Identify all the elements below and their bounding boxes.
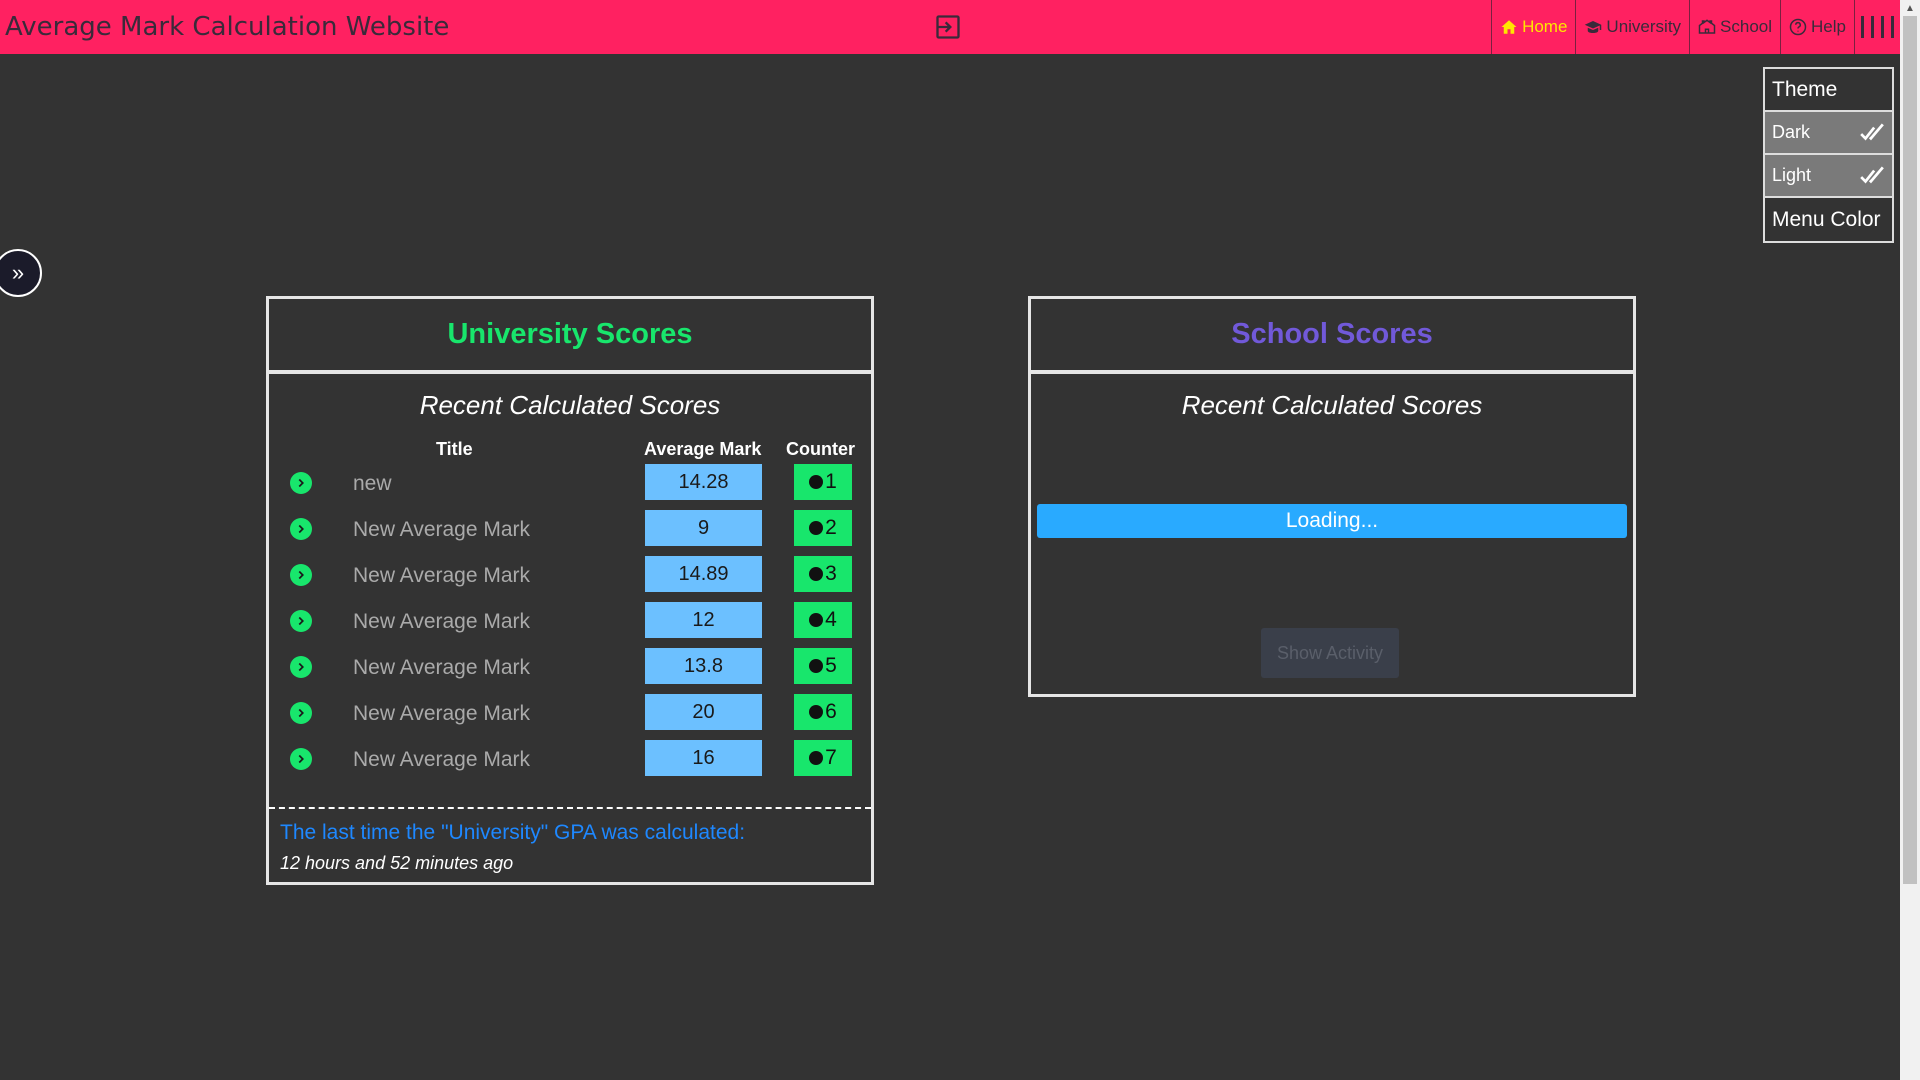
average-mark-badge: 12 <box>645 602 762 638</box>
scroll-up-arrow-icon[interactable]: ▲ <box>1900 0 1920 16</box>
menu-bars-icon[interactable] <box>1854 0 1900 54</box>
help-icon <box>1789 18 1807 36</box>
dot-icon <box>809 521 824 535</box>
nav-home[interactable]: Home <box>1491 0 1575 54</box>
chevron-right-circle-icon[interactable] <box>290 702 312 724</box>
row-title[interactable]: New Average Mark <box>353 610 530 634</box>
table-row[interactable]: new 14.28 1 <box>269 460 871 506</box>
counter-badge: 2 <box>794 510 852 546</box>
chevron-right-circle-icon[interactable] <box>290 564 312 586</box>
counter-value: 2 <box>825 516 837 539</box>
table-row[interactable]: New Average Mark 16 7 <box>269 736 871 782</box>
counter-badge: 7 <box>794 740 852 776</box>
home-icon <box>1501 20 1517 34</box>
average-mark-badge: 16 <box>645 740 762 776</box>
scrollbar-thumb[interactable] <box>1903 16 1917 884</box>
school-heading: School Scores <box>1031 299 1633 374</box>
column-header-counter: Counter <box>786 439 855 459</box>
table-row[interactable]: New Average Mark 13.8 5 <box>269 644 871 690</box>
dot-icon <box>809 567 824 581</box>
school-icon <box>1698 19 1716 34</box>
dot-icon <box>809 751 824 765</box>
row-title[interactable]: New Average Mark <box>353 564 530 588</box>
last-calculated-info: The last time the "University" GPA was c… <box>269 807 871 874</box>
dot-icon <box>809 475 824 489</box>
theme-menu-title[interactable]: Theme <box>1765 69 1892 112</box>
table-row[interactable]: New Average Mark 14.89 3 <box>269 552 871 598</box>
row-title[interactable]: New Average Mark <box>353 702 530 726</box>
nav-help-label: Help <box>1811 17 1846 36</box>
university-heading: University Scores <box>269 299 871 374</box>
theme-title-label: Theme <box>1772 77 1838 101</box>
counter-badge: 6 <box>794 694 852 730</box>
theme-menu: Theme Dark Light Menu Color <box>1763 67 1894 243</box>
nav-university-label: University <box>1606 17 1682 36</box>
average-mark-badge: 9 <box>645 510 762 546</box>
counter-value: 3 <box>825 562 837 585</box>
graduation-cap-icon <box>1585 21 1602 33</box>
theme-option-label: Dark <box>1772 122 1811 142</box>
row-title[interactable]: New Average Mark <box>353 518 530 542</box>
menu-color-label: Menu Color <box>1772 207 1881 231</box>
chevron-right-circle-icon[interactable] <box>290 656 312 678</box>
column-header-title: Title <box>436 439 473 459</box>
theme-option-label: Light <box>1772 165 1812 185</box>
counter-value: 6 <box>825 700 837 723</box>
counter-value: 7 <box>825 746 837 769</box>
chevron-right-circle-icon[interactable] <box>290 518 312 540</box>
university-subtitle: Recent Calculated Scores <box>419 390 721 420</box>
average-mark-badge: 13.8 <box>645 648 762 684</box>
theme-option-dark[interactable]: Dark <box>1765 112 1892 155</box>
table-row[interactable]: New Average Mark 20 6 <box>269 690 871 736</box>
main-nav: Home University School Help <box>1491 0 1900 54</box>
dot-icon <box>809 613 824 627</box>
double-check-icon <box>1860 122 1884 140</box>
logout-icon[interactable] <box>934 13 962 41</box>
page-scrollbar[interactable]: ▲ <box>1900 0 1920 1080</box>
counter-badge: 3 <box>794 556 852 592</box>
average-mark-badge: 14.89 <box>645 556 762 592</box>
chevron-right-circle-icon[interactable] <box>290 472 312 494</box>
counter-badge: 5 <box>794 648 852 684</box>
show-activity-button[interactable]: Show Activity <box>1261 628 1399 678</box>
table-row[interactable]: New Average Mark 9 2 <box>269 506 871 552</box>
row-title[interactable]: new <box>353 472 392 496</box>
average-mark-badge: 14.28 <box>645 464 762 500</box>
nav-help[interactable]: Help <box>1780 0 1854 54</box>
menu-color-option[interactable]: Menu Color <box>1765 198 1892 241</box>
row-title[interactable]: New Average Mark <box>353 656 530 680</box>
table-row[interactable]: New Average Mark 12 4 <box>269 598 871 644</box>
university-scores-card: University Scores Recent Calculated Scor… <box>266 296 874 885</box>
last-calculated-label: The last time the "University" GPA was c… <box>280 821 746 844</box>
theme-option-light[interactable]: Light <box>1765 155 1892 198</box>
nav-home-label: Home <box>1522 17 1568 36</box>
chevron-right-circle-icon[interactable] <box>290 748 312 770</box>
counter-badge: 1 <box>794 464 852 500</box>
sidebar-toggle-button[interactable]: » <box>0 249 42 297</box>
nav-university[interactable]: University <box>1575 0 1689 54</box>
average-mark-badge: 20 <box>645 694 762 730</box>
double-chevron-right-icon: » <box>11 260 25 285</box>
loading-bar: Loading... <box>1037 504 1627 538</box>
dot-icon <box>809 705 824 719</box>
nav-school[interactable]: School <box>1689 0 1780 54</box>
counter-value: 5 <box>825 654 837 677</box>
counter-badge: 4 <box>794 602 852 638</box>
nav-school-label: School <box>1720 17 1773 36</box>
app-title: Average Mark Calculation Website <box>5 12 450 42</box>
counter-value: 1 <box>825 470 837 493</box>
dot-icon <box>809 659 824 673</box>
school-subtitle: Recent Calculated Scores <box>1181 390 1483 420</box>
last-calculated-time: 12 hours and 52 minutes ago <box>280 853 514 873</box>
column-header-average: Average Mark <box>644 439 762 459</box>
top-bar: Average Mark Calculation Website Home Un… <box>0 0 1900 54</box>
school-scores-card: School Scores Recent Calculated Scores L… <box>1028 296 1636 697</box>
chevron-right-circle-icon[interactable] <box>290 610 312 632</box>
double-check-icon <box>1860 165 1884 183</box>
counter-value: 4 <box>825 608 837 631</box>
row-title[interactable]: New Average Mark <box>353 748 530 772</box>
